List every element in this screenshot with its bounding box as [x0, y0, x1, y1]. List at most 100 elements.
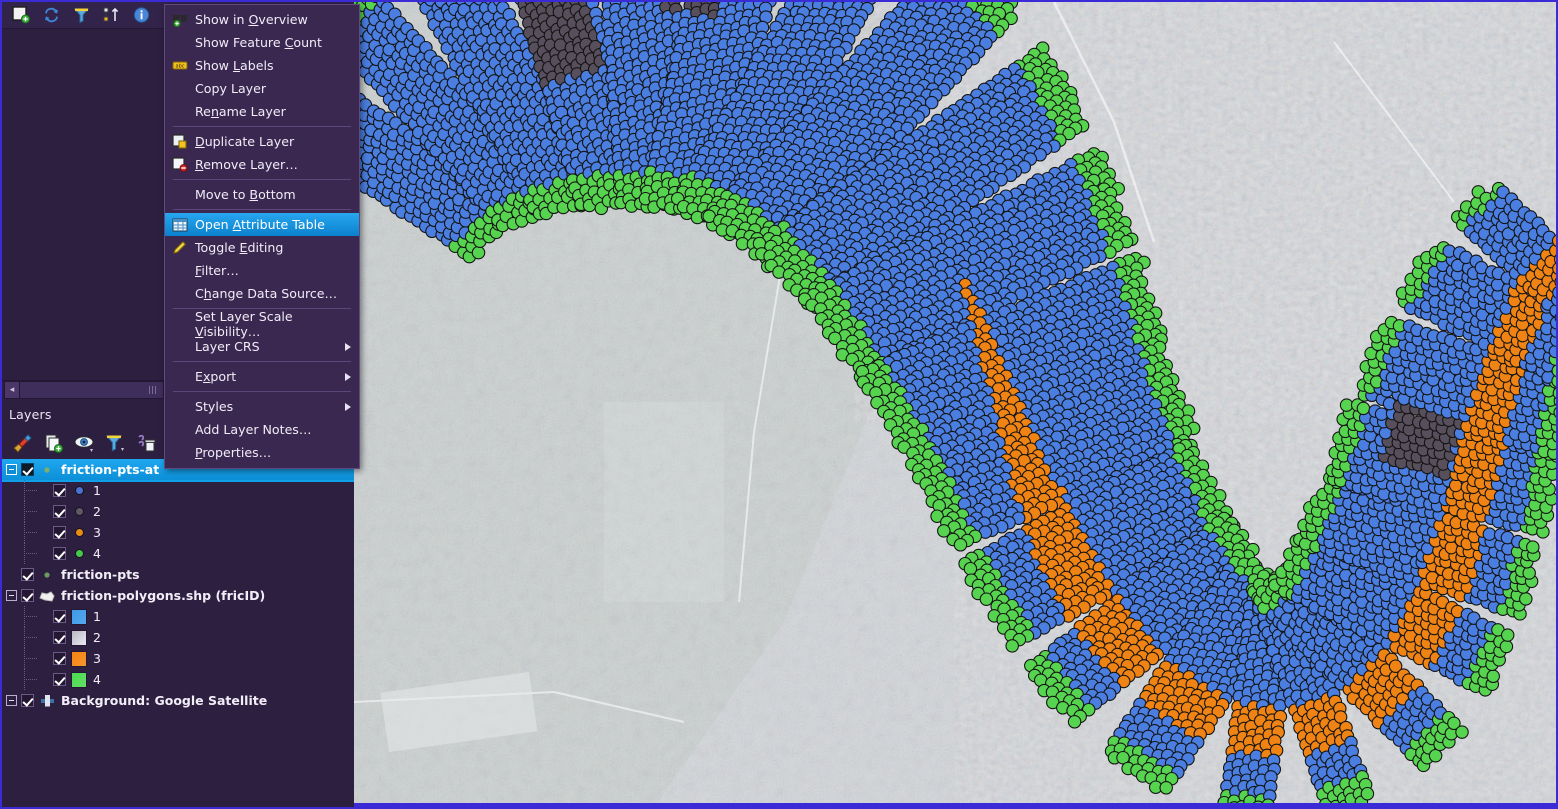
layer-class-item[interactable]: 1 [2, 480, 354, 501]
context-menu-item-export[interactable]: Export [165, 365, 359, 388]
context-menu-separator [173, 391, 351, 392]
horizontal-scrollbar[interactable]: ◂ [4, 381, 164, 399]
new-layer-icon[interactable] [8, 4, 34, 26]
layer-visibility-checkbox[interactable] [53, 484, 66, 497]
class-symbol-swatch [71, 608, 87, 625]
class-symbol-swatch [71, 671, 87, 688]
remove-layer-icon[interactable] [132, 431, 162, 455]
open-layer-styling-panel-icon[interactable] [8, 431, 38, 455]
tree-expander-toggle[interactable] [6, 695, 17, 706]
menu-item-no-icon [171, 35, 189, 51]
context-menu-item-label: Change Data Source… [195, 286, 338, 301]
context-menu-item-show-in-overview[interactable]: Show in Overview [165, 8, 359, 31]
refresh-icon[interactable] [38, 4, 64, 26]
context-menu-item-move-to-bottom[interactable]: Move to Bottom [165, 183, 359, 206]
context-menu-item-label: Show in Overview [195, 12, 308, 27]
scrollbar-grip [149, 386, 157, 394]
layer-visibility-checkbox[interactable] [53, 547, 66, 560]
layer-class-item[interactable]: 2 [2, 501, 354, 522]
context-menu-item-label: Export [195, 369, 237, 384]
submenu-arrow-icon [345, 343, 351, 351]
context-menu-item-toggle-editing[interactable]: Toggle Editing [165, 236, 359, 259]
context-menu-item-show-feature-count[interactable]: Show Feature Count [165, 31, 359, 54]
layer-label: 4 [93, 546, 101, 561]
context-menu-item-properties[interactable]: Properties… [165, 441, 359, 464]
satellite-basemap [354, 2, 1556, 807]
layer-tree-item-background-google-satellite[interactable]: Background: Google Satellite [2, 690, 354, 711]
attribute-table-icon [171, 217, 189, 233]
layer-visibility-checkbox[interactable] [53, 526, 66, 539]
context-menu-item-change-data-source[interactable]: Change Data Source… [165, 282, 359, 305]
layer-label: friction-pts-at [61, 462, 160, 477]
tree-guide-line [24, 532, 37, 533]
class-symbol-dot [71, 484, 87, 498]
context-menu-item-copy-layer[interactable]: Copy Layer [165, 77, 359, 100]
layer-visibility-checkbox[interactable] [21, 568, 34, 581]
context-menu-item-label: Show Labels [195, 58, 274, 73]
class-symbol-swatch [71, 629, 87, 646]
layer-label: friction-polygons.shp (fricID) [61, 588, 266, 603]
submenu-arrow-icon [345, 373, 351, 381]
layer-class-item[interactable]: 1 [2, 606, 354, 627]
map-bottom-border [354, 803, 1556, 807]
layer-visibility-checkbox[interactable] [53, 673, 66, 686]
raster-layer-icon [39, 694, 55, 708]
context-menu-item-filter[interactable]: Filter… [165, 259, 359, 282]
context-menu-item-duplicate-layer[interactable]: Duplicate Layer [165, 130, 359, 153]
context-menu-item-layer-crs[interactable]: Layer CRS [165, 335, 359, 358]
context-menu-item-add-layer-notes[interactable]: Add Layer Notes… [165, 418, 359, 441]
layer-visibility-checkbox[interactable] [21, 694, 34, 707]
context-menu-item-rename-layer[interactable]: Rename Layer [165, 100, 359, 123]
layer-visibility-checkbox[interactable] [21, 589, 34, 602]
manage-map-themes-icon[interactable] [70, 431, 100, 455]
qgis-main-window: ◂ Layers friction-pts-at 1 2 3 4 frictio… [0, 0, 1558, 809]
layer-tree-item-friction-pts[interactable]: friction-pts [2, 564, 354, 585]
menu-item-no-icon [171, 369, 189, 385]
layer-visibility-checkbox[interactable] [53, 631, 66, 644]
menu-item-no-icon [171, 316, 189, 332]
layer-class-item[interactable]: 3 [2, 648, 354, 669]
tree-guide-line [24, 490, 37, 491]
menu-item-no-icon [171, 187, 189, 203]
tree-expander-toggle[interactable] [6, 590, 17, 601]
layer-label: 1 [93, 483, 101, 498]
layer-tree-item-friction-polygons-shp-fricid[interactable]: friction-polygons.shp (fricID) [2, 585, 354, 606]
layer-visibility-checkbox[interactable] [21, 463, 34, 476]
sort-icon[interactable] [98, 4, 124, 26]
filter-legend-icon[interactable] [101, 431, 131, 455]
layer-class-item[interactable]: 4 [2, 669, 354, 690]
layer-class-item[interactable]: 2 [2, 627, 354, 648]
map-canvas[interactable] [354, 2, 1556, 807]
tree-guide-line [24, 679, 37, 680]
class-symbol-dot [71, 505, 87, 519]
menu-item-no-icon [171, 445, 189, 461]
layer-class-item[interactable]: 3 [2, 522, 354, 543]
info-icon[interactable] [128, 4, 154, 26]
layer-class-item[interactable]: 4 [2, 543, 354, 564]
layer-visibility-checkbox[interactable] [53, 652, 66, 665]
context-menu-item-styles[interactable]: Styles [165, 395, 359, 418]
point-layer-icon [39, 568, 55, 582]
filter-icon[interactable] [68, 4, 94, 26]
context-menu-item-show-labels[interactable]: abc Show Labels [165, 54, 359, 77]
tree-guide-line [24, 511, 37, 512]
layer-visibility-checkbox[interactable] [53, 610, 66, 623]
layer-visibility-checkbox[interactable] [53, 505, 66, 518]
scrollbar-thumb[interactable] [20, 382, 163, 398]
context-menu-item-label: Properties… [195, 445, 272, 460]
layer-label: 1 [93, 609, 101, 624]
submenu-arrow-icon [345, 403, 351, 411]
menu-item-no-icon [171, 81, 189, 97]
menu-item-no-icon [171, 263, 189, 279]
layer-label: 2 [93, 504, 101, 519]
context-menu-item-set-layer-scale-visibility[interactable]: Set Layer Scale Visibility… [165, 309, 359, 339]
class-symbol-dot [71, 526, 87, 540]
context-menu-item-open-attribute-table[interactable]: Open Attribute Table [165, 213, 359, 236]
layer-context-menu[interactable]: Show in Overview Show Feature Count abc Sho… [164, 4, 360, 469]
add-group-icon[interactable] [39, 431, 69, 455]
layer-label: 3 [93, 525, 101, 540]
tree-expander-toggle[interactable] [6, 464, 17, 475]
layer-tree[interactable]: friction-pts-at 1 2 3 4 friction-pts friction-… [2, 459, 354, 711]
scroll-left-arrow-icon[interactable]: ◂ [5, 382, 20, 398]
context-menu-item-remove-layer[interactable]: Remove Layer… [165, 153, 359, 176]
